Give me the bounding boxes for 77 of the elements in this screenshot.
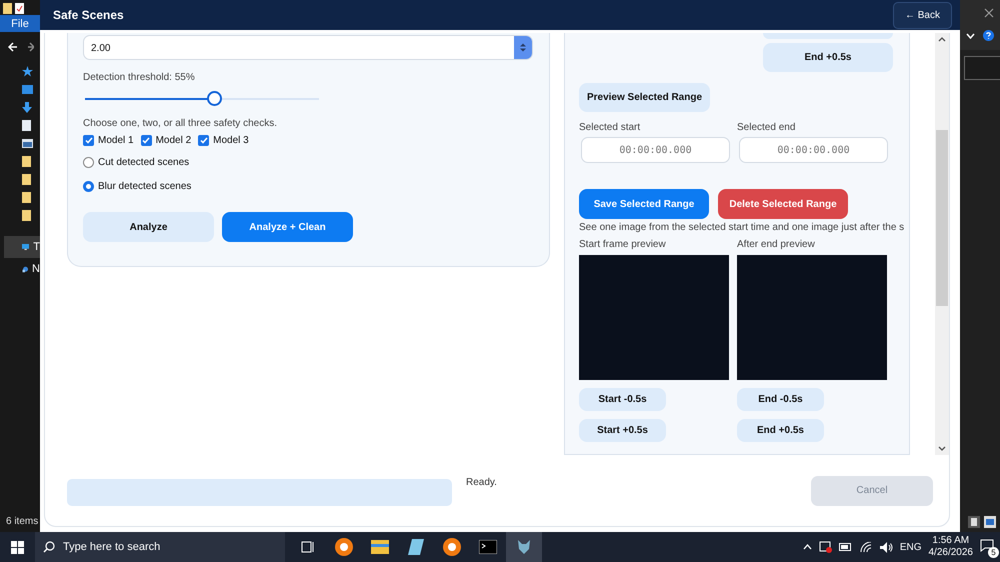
clock[interactable]: 1:56 AM 4/26/2026	[928, 535, 973, 559]
language-indicator[interactable]: ENG	[900, 542, 922, 552]
tiles-view-icon[interactable]	[984, 516, 996, 528]
folder-icon[interactable]	[22, 192, 31, 202]
nudge-button[interactable]: Start -0.5s	[579, 388, 666, 411]
hint-text: See one image from the selected start time and one image just after the s	[579, 222, 906, 233]
checkbox[interactable]	[140, 135, 152, 146]
checkbox-label: Model 2	[156, 135, 192, 146]
scroll-down-icon[interactable]	[938, 446, 946, 451]
wifi-icon[interactable]	[860, 542, 873, 552]
app-icon[interactable]	[335, 538, 353, 556]
status-text: 6 items	[5, 516, 40, 529]
volume-icon[interactable]	[880, 542, 893, 552]
radio-button[interactable]	[83, 156, 94, 168]
notepad-icon[interactable]	[408, 539, 424, 555]
back-button[interactable]: ← Back	[892, 2, 952, 29]
status-text: Ready.	[466, 477, 498, 488]
window-title: Safe Scenes	[53, 8, 124, 22]
back-arrow-icon[interactable]	[8, 42, 18, 52]
time-field[interactable]: 00:00:00.000	[739, 137, 888, 163]
task-view-icon[interactable]	[301, 541, 315, 553]
models-hint: Choose one, two, or all three safety checks.	[83, 118, 278, 129]
picture-icon[interactable]	[22, 138, 33, 148]
windows-logo-icon[interactable]	[11, 540, 24, 554]
save-range-button[interactable]: Save Selected Range	[579, 189, 709, 219]
notification-icon[interactable]: 5	[980, 539, 996, 555]
scrollbar[interactable]	[935, 33, 949, 455]
slider-thumb[interactable]	[206, 90, 222, 106]
download-icon[interactable]	[22, 102, 32, 112]
field-label: Selected start	[579, 122, 642, 135]
checkbox[interactable]	[198, 135, 210, 146]
nudge-button[interactable]: Start +0.5s	[579, 419, 666, 442]
nudge-button[interactable]: End -0.5s	[737, 388, 824, 411]
search-icon	[43, 541, 55, 553]
checkbox-label: Model 1	[98, 135, 134, 146]
security-icon[interactable]	[818, 541, 832, 553]
radio-button[interactable]	[83, 180, 94, 192]
scroll-up-icon[interactable]	[938, 37, 946, 42]
preview-label: Start frame preview	[579, 239, 667, 252]
analyze-clean-button[interactable]: Analyze + Clean	[222, 212, 353, 242]
star-icon[interactable]	[22, 66, 33, 76]
document-icon[interactable]	[22, 120, 31, 130]
nudge-button[interactable]: End +0.5s	[737, 419, 824, 442]
radio-label: Blur detected scenes	[98, 180, 192, 192]
end-plus-button[interactable]: End +0.5s	[763, 43, 893, 72]
folder-icon[interactable]	[22, 174, 31, 184]
terminal-icon[interactable]	[479, 540, 497, 554]
taskbar-search-field[interactable]: Type here to search	[35, 532, 285, 562]
chevron-down-icon[interactable]	[966, 32, 975, 38]
radio-label: Cut detected scenes	[98, 156, 190, 168]
checkbox[interactable]	[83, 135, 94, 146]
spinner-icon[interactable]	[520, 43, 526, 52]
help-icon[interactable]	[983, 30, 994, 41]
analyze-button[interactable]: Analyze	[83, 212, 214, 242]
threshold-label: Detection threshold: 55%	[83, 72, 196, 83]
details-view-icon[interactable]	[968, 516, 980, 528]
file-tab[interactable]: File	[0, 15, 40, 32]
preview-label: After end preview	[737, 239, 816, 252]
app-icon[interactable]	[443, 538, 461, 556]
number-field[interactable]: 2.00	[83, 35, 533, 60]
preview-range-button[interactable]: Preview Selected Range	[579, 83, 710, 112]
folder-icon[interactable]	[22, 156, 31, 166]
time-field[interactable]: 00:00:00.000	[581, 137, 730, 163]
field-label: Selected end	[737, 122, 796, 135]
notepad-icon[interactable]	[15, 3, 24, 14]
forward-arrow-icon[interactable]	[28, 42, 34, 52]
chevron-up-icon[interactable]	[802, 544, 812, 550]
delete-range-button[interactable]: Delete Selected Range	[718, 189, 848, 219]
desktop-icon[interactable]	[22, 84, 33, 94]
checkbox-label: Model 3	[213, 135, 249, 146]
close-icon[interactable]	[984, 8, 994, 18]
folder-icon[interactable]	[22, 210, 31, 220]
battery-icon[interactable]	[838, 543, 853, 551]
nav-item[interactable]: T	[4, 236, 40, 258]
nav-item[interactable]: N	[4, 258, 40, 280]
computer-icon[interactable]	[22, 242, 30, 252]
search-field[interactable]	[964, 56, 1000, 80]
